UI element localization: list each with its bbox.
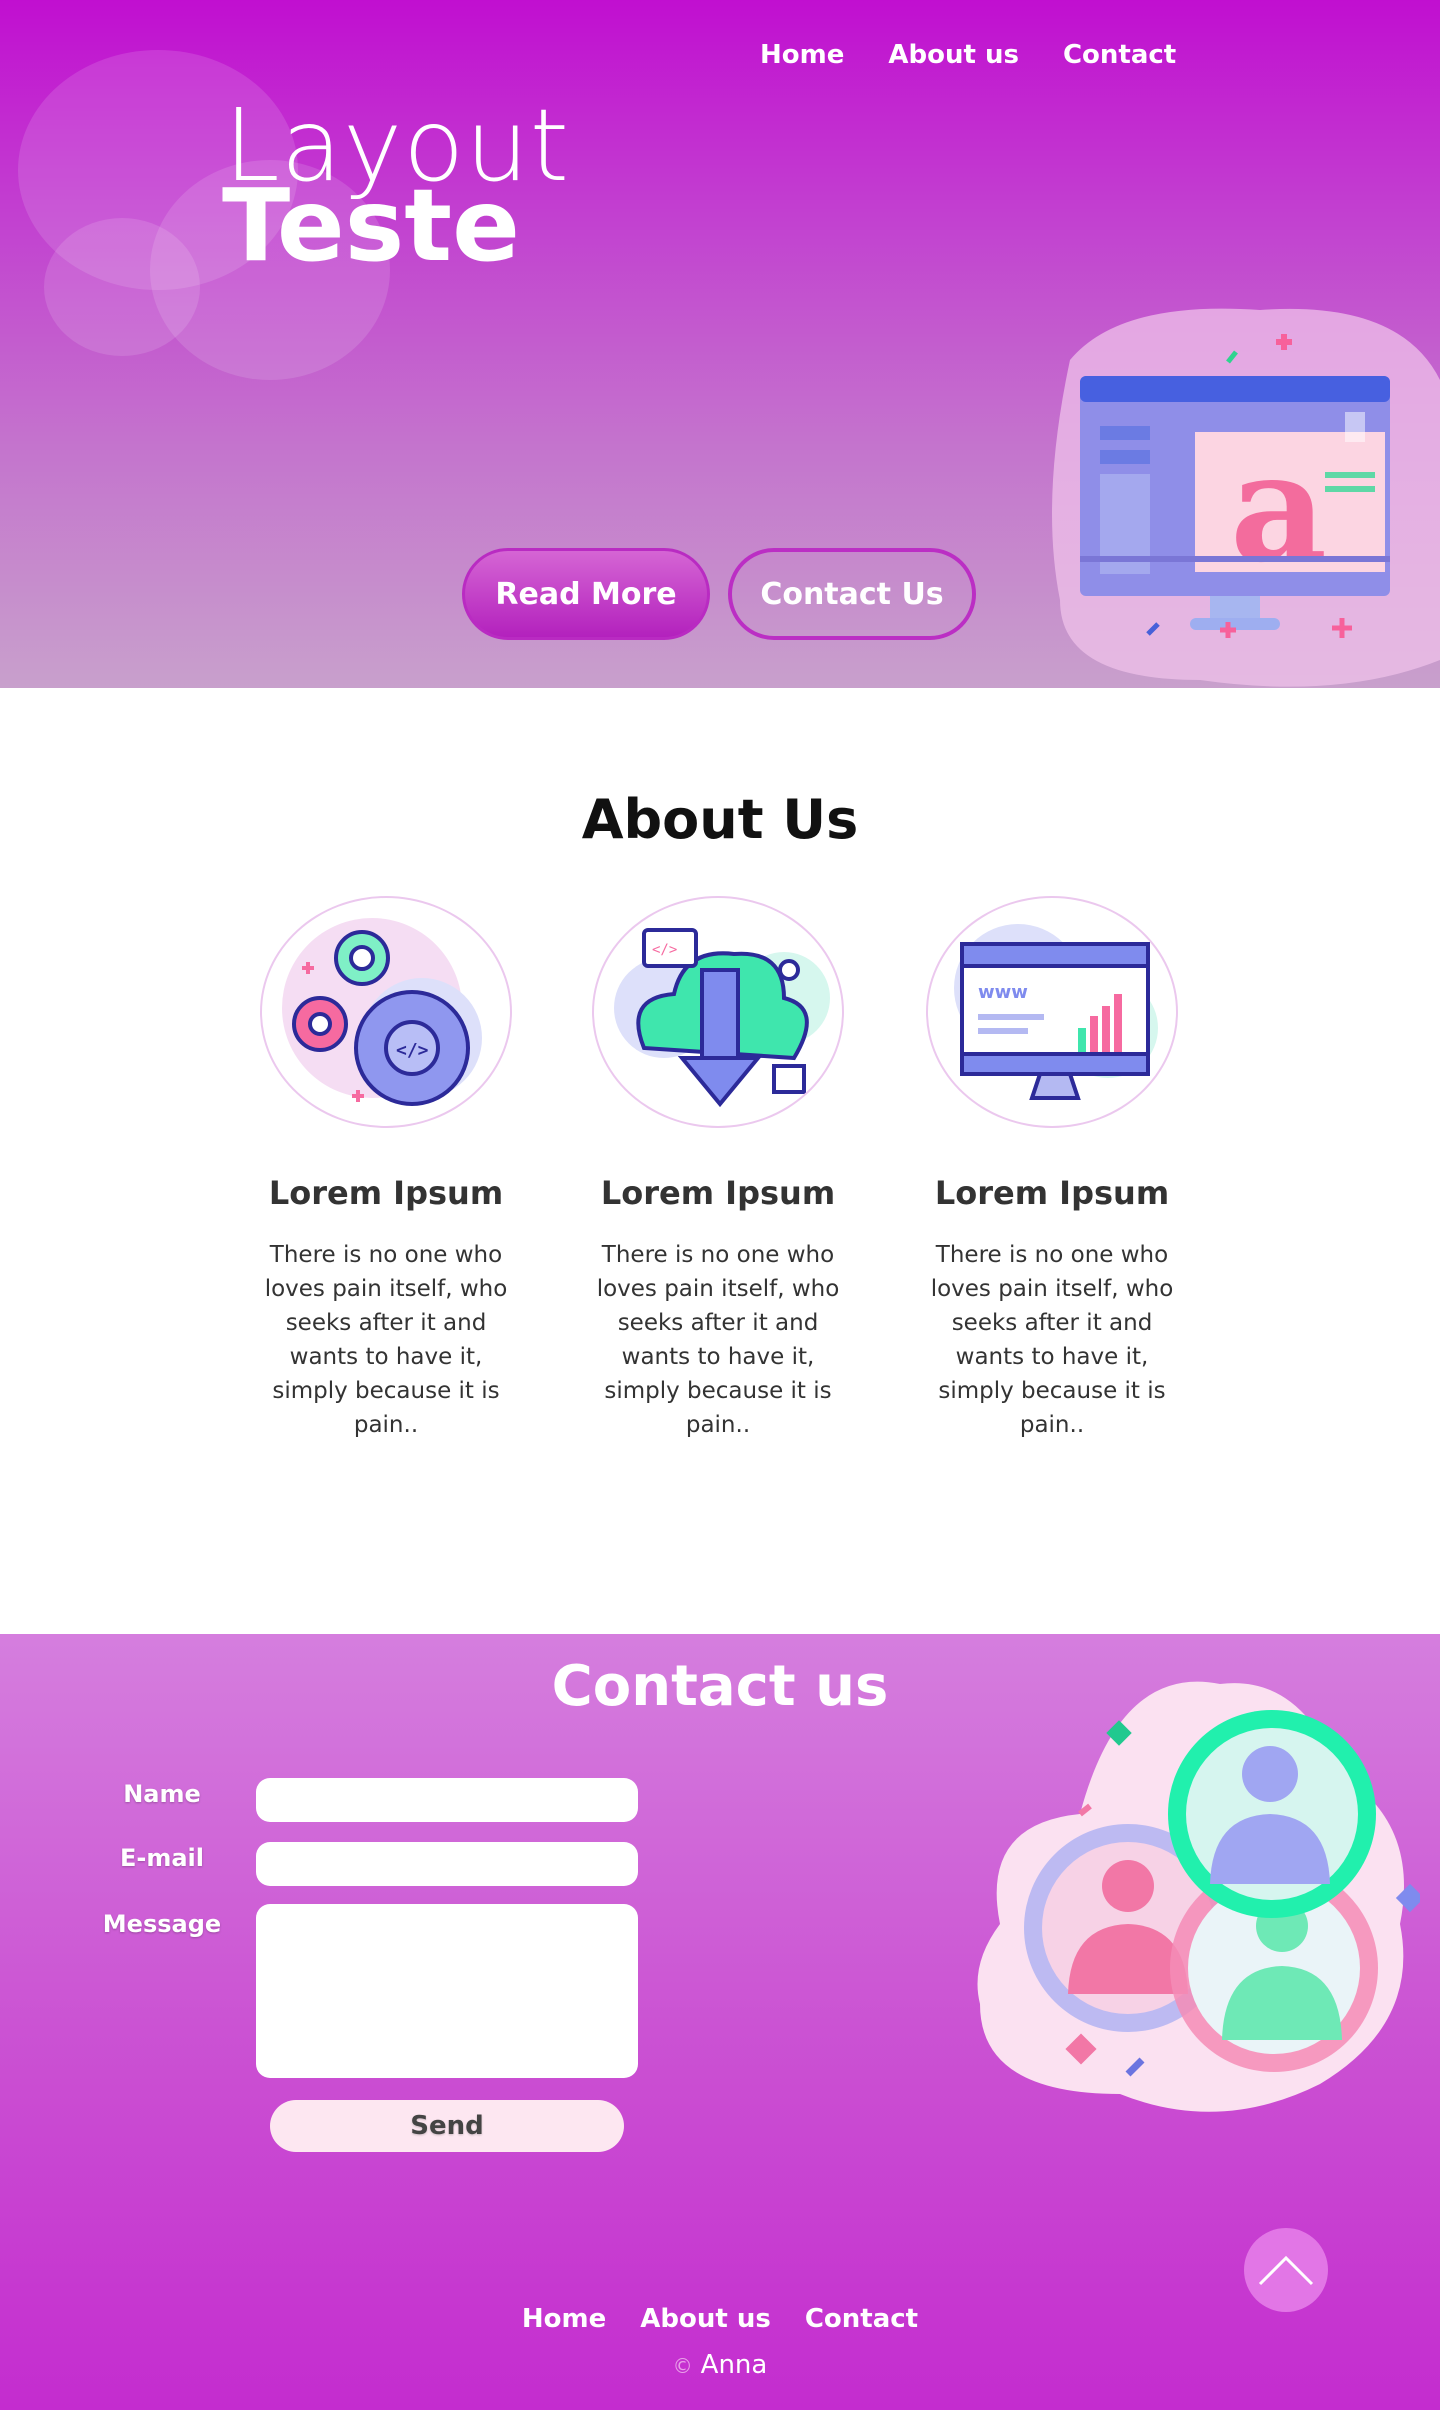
email-label: E-mail [119,1844,204,1872]
about-title: About Us [581,788,859,851]
footer-credit: © Anna [0,2350,1440,2380]
card-image: </> [592,896,844,1128]
copyright-icon: © [672,2354,693,2378]
card-image: </> [260,896,512,1128]
svg-text:www: www [978,982,1028,1003]
footer-about-link[interactable]: About us [640,2304,771,2334]
about-card: </> Lorem Ipsum There is no one who love… [256,896,516,1442]
card-title: Lorem Ipsum [268,1174,504,1212]
footer-nav: Home About us Contact [0,2304,1440,2334]
people-chat-icon [977,1681,1420,2112]
svg-text:a: a [1230,420,1327,596]
card-image: www [926,896,1178,1128]
card-title: Lorem Ipsum [934,1174,1170,1212]
read-more-button[interactable]: Read More [462,548,710,640]
email-field[interactable] [256,1842,638,1886]
svg-text:</>: </> [652,942,677,958]
name-label: Name [123,1780,201,1808]
contact-section: Contact us Name E-mail Message Send Home… [0,1634,1440,2410]
svg-text:</>: </> [396,1040,429,1061]
contact-us-button[interactable]: Contact Us [728,548,976,640]
name-field[interactable] [256,1778,638,1822]
card-text: There is no one who loves pain itself, w… [264,1242,508,1438]
monitor-typography-icon: a [1052,308,1440,687]
nav-home-link[interactable]: Home [760,40,844,70]
card-text: There is no one who loves pain itself, w… [596,1242,840,1438]
about-card: www Lorem Ipsum There is no one who love… [922,896,1182,1442]
footer-contact-link[interactable]: Contact [805,2304,918,2334]
website-analytics-icon: www [954,924,1158,1100]
message-field[interactable] [256,1904,638,2078]
card-title: Lorem Ipsum [600,1174,836,1212]
nav-about-link[interactable]: About us [888,40,1019,70]
card-text: There is no one who loves pain itself, w… [930,1242,1174,1438]
about-card: </> Lorem Ipsum There is no one who love… [588,896,848,1442]
logo-line2: Teste [222,167,520,284]
message-label: Message [102,1910,222,1938]
send-button[interactable]: Send [270,2100,624,2152]
cloud-download-icon: </> [614,928,830,1108]
author-name: Anna [700,2350,768,2380]
scroll-top-button[interactable] [1244,2228,1328,2312]
decor-bubble [44,218,200,356]
gears-code-icon: </> [282,918,482,1106]
top-nav: Home About us Contact [760,40,1176,70]
footer-home-link[interactable]: Home [522,2304,606,2334]
nav-contact-link[interactable]: Contact [1063,40,1176,70]
chevron-up-icon [1258,2255,1314,2286]
hero-section: Home About us Contact Layout Teste Read … [0,0,1440,688]
